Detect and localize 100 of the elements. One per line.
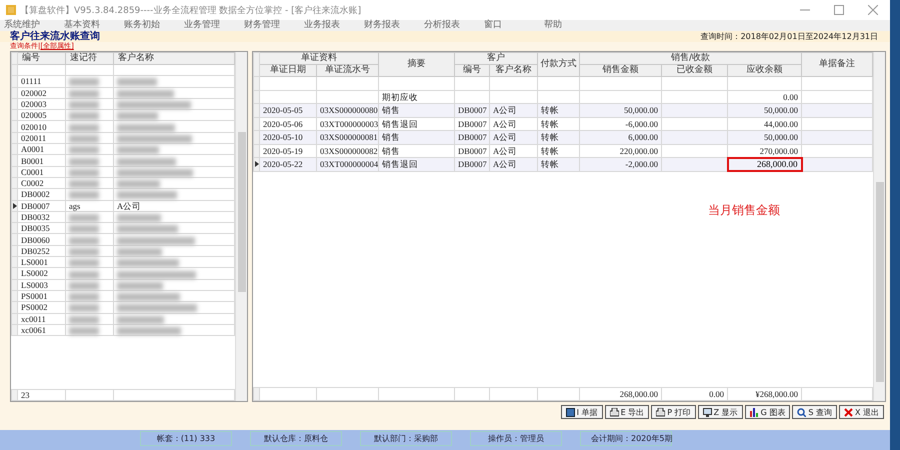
row-count: 23: [18, 389, 66, 400]
app-icon: [6, 5, 16, 15]
query-time: 查询时间：2018年02月01日至2024年12月31日: [700, 31, 878, 42]
table-cell: 转帐: [538, 104, 580, 117]
column-header[interactable]: 速记符: [66, 52, 114, 64]
toolbar-button[interactable]: S 查询: [792, 405, 837, 419]
table-cell: 2020-05-05: [260, 104, 316, 117]
chart-icon: [750, 408, 759, 416]
menu-item[interactable]: 基本资料: [64, 20, 124, 31]
table-cell: DB0035: [18, 222, 66, 234]
table-cell: 03XS000000081: [316, 130, 378, 144]
group-header: 销售/收款: [580, 52, 802, 64]
table-cell: 50,000.00: [580, 104, 662, 117]
filter-field[interactable]: [538, 76, 580, 90]
menu-item[interactable]: 窗口: [484, 20, 544, 31]
table-cell: DB0002: [18, 188, 66, 200]
highlighted-cell: 268,000.00: [728, 158, 802, 171]
status-field: 会计期间：2020年5期: [580, 430, 672, 446]
table-cell: 2020-05-22: [260, 158, 316, 171]
menu-item[interactable]: 帮助: [544, 20, 604, 31]
table-cell: 020010: [18, 120, 66, 132]
toolbar-button[interactable]: I 单据: [560, 405, 603, 419]
table-cell: DB0007: [454, 130, 490, 144]
column-header[interactable]: 摘要: [378, 52, 454, 76]
table-cell: C0001: [18, 166, 66, 178]
status-field: 帐套：(11) 333: [140, 430, 232, 446]
table-cell: -2,000.00: [580, 158, 662, 171]
printer-icon: [610, 408, 619, 416]
table-cell: 销售: [378, 104, 454, 117]
table-cell: A公司: [114, 200, 234, 212]
table-cell: 2020-05-10: [260, 130, 316, 144]
table-cell: A公司: [490, 158, 538, 171]
group-header: 客户: [454, 52, 538, 64]
filter-field[interactable]: [662, 76, 728, 90]
menu-item[interactable]: 账务初始: [124, 20, 184, 31]
toolbar-button[interactable]: P 打印: [651, 405, 696, 419]
filter-field[interactable]: [378, 76, 454, 90]
column-header[interactable]: 单证流水号: [316, 64, 378, 76]
column-header[interactable]: 单证日期: [260, 64, 316, 76]
filter-field[interactable]: [316, 76, 378, 90]
table-cell: 6,000.00: [580, 130, 662, 144]
column-header[interactable]: 客户名称: [490, 64, 538, 76]
row-indicator[interactable]: [12, 200, 18, 212]
table-cell: B0001: [18, 154, 66, 166]
column-header[interactable]: 付款方式: [538, 52, 580, 76]
filter-field[interactable]: [454, 76, 490, 90]
group-header: 单证资料: [260, 52, 378, 64]
column-header[interactable]: 编号: [454, 64, 490, 76]
table-cell: xc0011: [18, 313, 66, 324]
maximize-icon[interactable]: [834, 5, 844, 15]
scrollbar[interactable]: [873, 52, 885, 401]
menu-item[interactable]: 业务报表: [304, 20, 364, 31]
table-cell: 03XS000000080: [316, 104, 378, 117]
column-header[interactable]: 客户名称: [114, 52, 234, 64]
filter-field[interactable]: [728, 76, 802, 90]
window-title: 【算盘软件】V95.3.84.2859----业务全流程管理 数据全方位掌控 - [客户往来流水账]: [20, 4, 362, 16]
column-header[interactable]: 销售金额: [580, 64, 662, 76]
table-cell: 020005: [18, 110, 66, 121]
table-cell: DB0007: [454, 104, 490, 117]
table-cell: LS0001: [18, 256, 66, 268]
filter-field[interactable]: [490, 76, 538, 90]
table-cell: 03XT000000004: [316, 158, 378, 171]
row-indicator[interactable]: [254, 158, 260, 171]
toolbar-button[interactable]: X 退出: [838, 405, 884, 419]
table-cell: 转帐: [538, 158, 580, 171]
toolbar-button[interactable]: Z 显示: [698, 405, 743, 419]
filter-field[interactable]: [114, 64, 234, 76]
menu-item[interactable]: 系统维护: [4, 20, 64, 31]
filter-field[interactable]: [66, 64, 114, 76]
filter-field[interactable]: [802, 76, 872, 90]
annotation-text: 当月销售金额: [708, 202, 780, 219]
table-cell: 01111: [18, 76, 66, 88]
column-header[interactable]: 应收余额: [728, 64, 802, 76]
table-cell: 020003: [18, 98, 66, 110]
menu-item[interactable]: 财务报表: [364, 20, 424, 31]
table-cell: 销售: [378, 130, 454, 144]
toolbar-button[interactable]: E 导出: [604, 405, 650, 419]
scrollbar[interactable]: [235, 52, 247, 401]
close-icon[interactable]: [868, 5, 878, 15]
table-cell: PS0001: [18, 290, 66, 302]
filter-field[interactable]: [260, 76, 316, 90]
table-cell: xc0061: [18, 324, 66, 336]
table-cell: [662, 130, 728, 144]
filter-field[interactable]: [580, 76, 662, 90]
monitor-icon: [702, 408, 712, 416]
menu-item[interactable]: 业务管理: [184, 20, 244, 31]
close-icon: [844, 408, 853, 416]
column-header[interactable]: 编号: [18, 52, 66, 64]
table-cell: DB0032: [18, 211, 66, 223]
table-cell: A公司: [490, 130, 538, 144]
status-field: 默认部门：采购部: [360, 430, 452, 446]
column-header[interactable]: 已收金额: [662, 64, 728, 76]
menu-item[interactable]: 财务管理: [244, 20, 304, 31]
table-cell: 销售退回: [378, 158, 454, 171]
table-cell: LS0002: [18, 268, 66, 280]
toolbar-button[interactable]: G 图表: [744, 405, 790, 419]
filter-field[interactable]: [18, 64, 66, 76]
table-cell: DB0007: [454, 158, 490, 171]
column-header[interactable]: 单据备注: [802, 52, 872, 76]
menu-item[interactable]: 分析报表: [424, 20, 484, 31]
